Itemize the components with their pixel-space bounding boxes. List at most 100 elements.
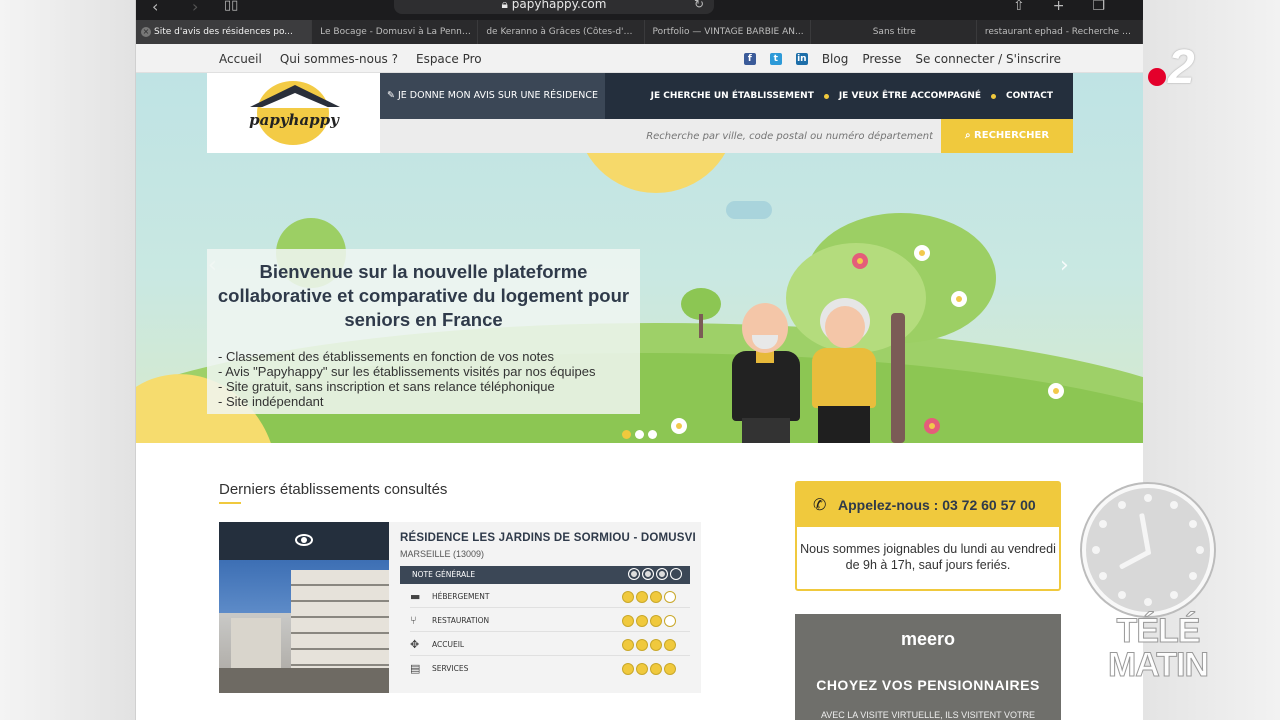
hero-bullets: - Classement des établissements en fonct… [218, 349, 596, 409]
browser-screen: ‹ › ▯▯ 🔒︎ papyhappy.com ↻ ⇧+❐ × Site d'av… [136, 0, 1143, 720]
logo-text: papyhappy [249, 111, 339, 129]
lock-icon: 🔒︎ [501, 0, 508, 11]
establishment-card[interactable]: RÉSIDENCE LES JARDINS DE SORMIOU - DOMUS… [219, 522, 701, 693]
carousel-dot-2[interactable] [635, 430, 644, 439]
establishment-photo[interactable] [219, 560, 389, 693]
clock-tick [1118, 500, 1126, 509]
nav-link-blog[interactable]: Blog [822, 52, 849, 66]
close-tab-icon[interactable]: × [141, 27, 151, 37]
opening-hours: Nous sommes joignables du lundi au vendr… [800, 542, 1056, 572]
rating-circle [664, 591, 676, 603]
rating-circle [628, 568, 640, 580]
nav-link-presse[interactable]: Presse [862, 52, 901, 66]
rating-circle [670, 568, 682, 580]
flower-illustration [914, 245, 930, 261]
back-icon[interactable]: ‹ [152, 0, 158, 16]
hero-bullet: - Site gratuit, sans inscription et sans… [218, 379, 555, 394]
carousel-dots [622, 430, 657, 439]
rating-circle [650, 639, 662, 651]
bookmarks-icon[interactable]: ▯▯ [224, 0, 238, 13]
clock-tick [1098, 572, 1107, 580]
criterion-row: ✥ ACCUEIL [410, 634, 690, 656]
rating-circle [642, 568, 654, 580]
menu-contact[interactable]: CONTACT [1006, 91, 1053, 101]
nav-link-espace-pro[interactable]: Espace Pro [416, 52, 482, 66]
tab[interactable]: Portfolio — VINTAGE BARBIE AN... [645, 20, 811, 44]
cloud-illustration [726, 201, 772, 219]
cutlery-icon: ⑂ [410, 614, 417, 627]
rating-circle [622, 663, 634, 675]
meero-logo: meero [900, 629, 956, 649]
tab[interactable]: restaurant ephad - Recherche G... [977, 20, 1143, 44]
menu-get-support[interactable]: JE VEUX ÊTRE ACCOMPAGNÉ [839, 91, 981, 101]
menu-separator [823, 93, 829, 99]
rating-circle [664, 639, 676, 651]
clock-tick [1144, 494, 1152, 502]
menu-separator [991, 93, 997, 99]
clock-icon [1082, 484, 1214, 616]
tabs-overview-icon[interactable]: ❐ [1092, 0, 1133, 14]
criterion-row: ▬ HÉBERGEMENT [410, 586, 690, 608]
clipboard-icon: ▤ [410, 662, 421, 675]
twitter-icon[interactable]: t [769, 52, 782, 65]
search-icon: ⌕ [964, 130, 971, 141]
tab-label: Le Bocage - Domusvi à La Penne... [320, 27, 477, 37]
channel-logo: 2 [1168, 41, 1195, 94]
handshake-icon: ✥ [410, 638, 420, 651]
nav-link-qui-sommes-nous[interactable]: Qui sommes-nous ? [280, 52, 398, 66]
rating-circle [664, 663, 676, 675]
tab[interactable]: de Keranno à Grâces (Côtes-d'A... [478, 20, 645, 44]
give-review-button[interactable]: ✎ JE DONNE MON AVIS SUR UNE RÉSIDENCE [380, 73, 605, 119]
tab-label: de Keranno à Grâces (Côtes-d'A... [486, 27, 639, 37]
tab-active[interactable]: × Site d'avis des résidences po... [136, 20, 313, 44]
phone-icon: ✆ [813, 495, 827, 514]
tab[interactable]: Sans titre [811, 20, 977, 44]
papyhappy-logo[interactable]: papyhappy [207, 73, 380, 153]
url-text: papyhappy.com [511, 0, 607, 11]
search-bar: ⌕ RECHERCHER [380, 119, 1073, 153]
bed-icon: ▬ [410, 590, 421, 603]
carousel-dot-3[interactable] [648, 430, 657, 439]
facebook-icon[interactable]: f [743, 52, 756, 65]
flower-illustration [1048, 383, 1064, 399]
ad-title: CHOYEZ VOS PENSIONNAIRES [816, 677, 1040, 693]
search-button[interactable]: ⌕ RECHERCHER [941, 119, 1073, 153]
forward-icon[interactable]: › [192, 0, 198, 16]
site-top-nav: Accueil Qui sommes-nous ? Espace Pro f t… [136, 44, 1143, 73]
rating-circle [636, 591, 648, 603]
tab[interactable]: Le Bocage - Domusvi à La Penne... [312, 20, 479, 44]
telematin-logo: TÉLÉ MATIN [1107, 612, 1209, 684]
criterion-rating [622, 615, 676, 627]
elderly-woman-illustration [808, 298, 880, 443]
eye-icon[interactable] [295, 534, 313, 546]
clock-tick [1170, 591, 1178, 600]
new-tab-icon[interactable]: + [1053, 0, 1093, 14]
clock-tick [1144, 598, 1152, 606]
share-icon[interactable]: ⇧ [1013, 0, 1053, 14]
recent-section-title: Derniers établissements consultés [219, 481, 448, 498]
rating-circle [622, 591, 634, 603]
reload-icon[interactable]: ↻ [694, 0, 704, 16]
address-bar[interactable]: 🔒︎ papyhappy.com ↻ [394, 0, 714, 14]
tab-label: restaurant ephad - Recherche G... [984, 27, 1138, 37]
rating-circle [622, 615, 634, 627]
linkedin-icon[interactable]: in [795, 52, 808, 65]
carousel-next-icon[interactable]: › [1060, 253, 1069, 278]
criterion-row: ⑂ RESTAURATION [410, 610, 690, 632]
search-input[interactable] [380, 119, 941, 153]
overall-rating [628, 568, 682, 580]
carousel-dot-1[interactable] [622, 430, 631, 439]
welcome-panel: Bienvenue sur la nouvelle plateforme col… [207, 249, 640, 414]
rating-circle [656, 568, 668, 580]
menu-find-establishment[interactable]: JE CHERCHE UN ÉTABLISSEMENT [651, 91, 814, 101]
nav-link-login[interactable]: Se connecter / S'inscrire [915, 52, 1061, 66]
establishment-name[interactable]: RÉSIDENCE LES JARDINS DE SORMIOU - DOMUS… [400, 532, 696, 544]
flower-illustration [951, 291, 967, 307]
elderly-man-illustration [726, 303, 806, 443]
clock-tick [1098, 520, 1107, 528]
phone-number[interactable]: Appelez-nous : 03 72 60 57 00 [838, 497, 1036, 513]
nav-link-accueil[interactable]: Accueil [219, 52, 262, 66]
clock-tick [1189, 572, 1198, 580]
main-nav: ✎ JE DONNE MON AVIS SUR UNE RÉSIDENCE JE… [380, 73, 1073, 119]
meero-ad[interactable]: meero CHOYEZ VOS PENSIONNAIRES AVEC LA V… [795, 614, 1061, 720]
